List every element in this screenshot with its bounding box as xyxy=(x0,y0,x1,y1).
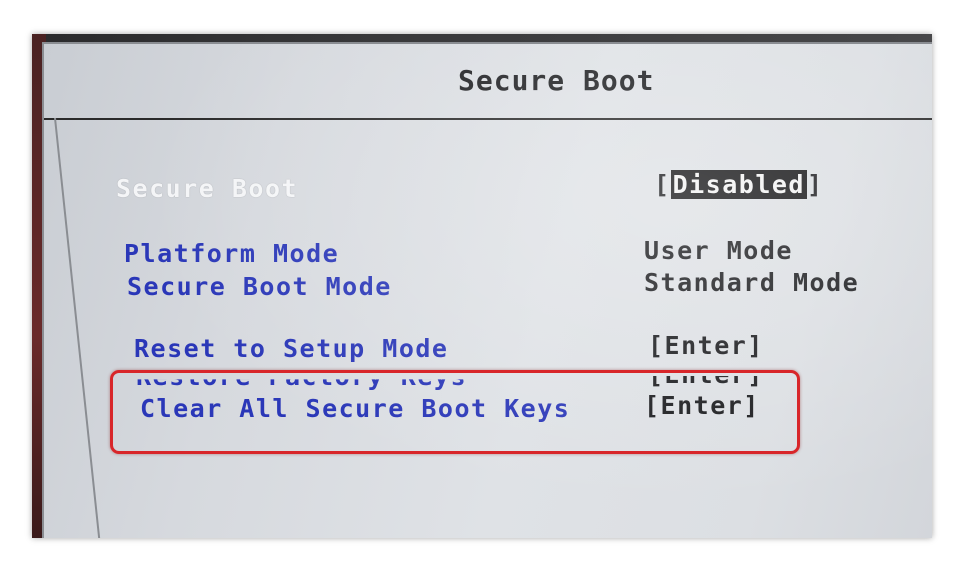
secure-boot-mode-label[interactable]: Secure Boot Mode xyxy=(127,272,392,301)
screen-divider xyxy=(54,118,103,538)
bracket-close: ] xyxy=(806,170,824,199)
secure-boot-mode-value[interactable]: Standard Mode xyxy=(644,268,859,297)
bios-header: Secure Boot xyxy=(44,44,932,120)
reset-setup-mode-enter[interactable]: [Enter] xyxy=(648,331,764,360)
bios-screen: Secure Boot Secure Boot [Disabled] Platf… xyxy=(42,42,932,538)
platform-mode-label: Platform Mode xyxy=(124,239,340,268)
secure-boot-value[interactable]: Disabled xyxy=(670,170,807,199)
reset-setup-mode-item[interactable]: Reset to Setup Mode xyxy=(134,334,448,363)
bracket-open: [ xyxy=(654,170,671,199)
highlight-box xyxy=(110,370,800,454)
bios-photo: Secure Boot Secure Boot [Disabled] Platf… xyxy=(32,34,932,538)
secure-boot-label: Secure Boot xyxy=(116,174,299,203)
secure-boot-option[interactable]: [Disabled] xyxy=(654,170,824,199)
page-title: Secure Boot xyxy=(458,64,655,97)
platform-mode-value: User Mode xyxy=(644,236,793,265)
